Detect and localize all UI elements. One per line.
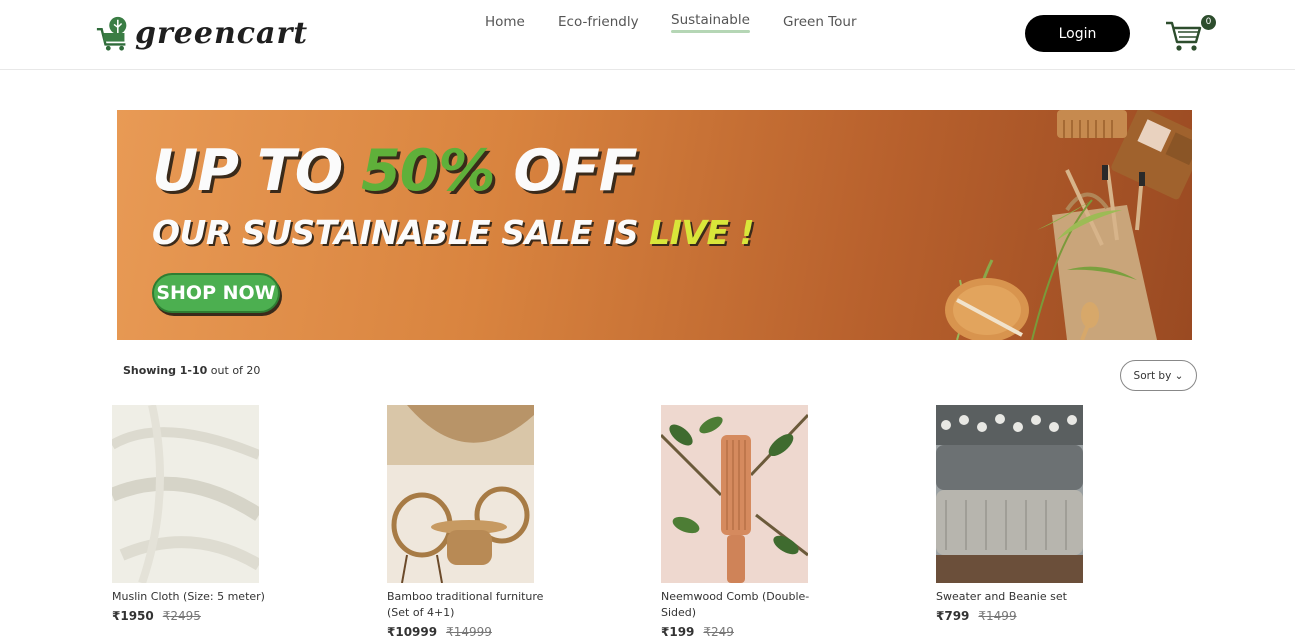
product-old-price: ₹249	[703, 625, 734, 639]
sort-by-label: Sort by	[1133, 369, 1172, 382]
cart-count-badge: 0	[1201, 15, 1216, 30]
nav-sustainable-label: Sustainable	[671, 12, 750, 28]
nav-sustainable[interactable]: Sustainable	[671, 12, 750, 33]
shop-now-button[interactable]: SHOP NOW	[152, 273, 280, 313]
product-price: ₹10999	[387, 625, 438, 639]
price-row: ₹799 ₹1499	[936, 609, 1126, 623]
results-total: out of 20	[207, 364, 261, 377]
banner-subheadline: OUR SUSTAINABLE SALE IS LIVE !	[152, 213, 755, 252]
eco-products-illustration	[945, 110, 1192, 340]
product-image-sweater-beanie[interactable]	[936, 405, 1083, 583]
cart-button[interactable]: 0	[1164, 14, 1216, 54]
product-name[interactable]: Sweater and Beanie set	[936, 589, 1116, 605]
sort-by-button[interactable]: Sort by ⌄	[1120, 360, 1197, 391]
product-price: ₹799	[936, 609, 970, 623]
product-price: ₹199	[661, 625, 695, 639]
product-card[interactable]: Neemwood Comb (Double-Sided) ₹199 ₹249	[661, 405, 851, 639]
price-row: ₹199 ₹249	[661, 625, 851, 639]
shopping-cart-icon	[1166, 21, 1202, 51]
product-name[interactable]: Muslin Cloth (Size: 5 meter)	[112, 589, 292, 605]
product-old-price: ₹14999	[446, 625, 492, 639]
results-count: Showing 1-10 out of 20	[123, 364, 260, 377]
banner-headline: UP TO 50% OFF	[152, 138, 638, 204]
banner-headline-part1: UP TO	[152, 138, 362, 204]
product-name[interactable]: Bamboo traditional furniture (Set of 4+1…	[387, 589, 567, 621]
sale-banner[interactable]: UP TO 50% OFF OUR SUSTAINABLE SALE IS LI…	[117, 110, 1192, 340]
product-image-bamboo-furniture[interactable]	[387, 405, 534, 583]
logo[interactable]: greencart	[95, 14, 308, 52]
active-nav-indicator	[671, 30, 750, 33]
banner-discount: 50%	[361, 138, 495, 204]
nav-home[interactable]: Home	[485, 14, 525, 30]
logo-text: greencart	[135, 15, 309, 51]
results-range: Showing 1-10	[123, 364, 208, 377]
product-image-neemwood-comb[interactable]	[661, 405, 808, 583]
cart-tree-logo-icon	[96, 16, 127, 51]
site-header: greencart Home Eco-friendly Sustainable …	[0, 0, 1295, 70]
banner-live-text: LIVE !	[649, 213, 755, 252]
nav-eco-friendly[interactable]: Eco-friendly	[558, 14, 639, 30]
product-old-price: ₹2495	[162, 609, 201, 623]
banner-subheadline-part1: OUR SUSTAINABLE SALE IS	[152, 213, 650, 252]
nav-green-tour[interactable]: Green Tour	[783, 14, 857, 30]
product-name[interactable]: Neemwood Comb (Double-Sided)	[661, 589, 841, 621]
login-button[interactable]: Login	[1025, 15, 1130, 52]
product-image-muslin-cloth[interactable]	[112, 405, 259, 583]
product-old-price: ₹1499	[978, 609, 1017, 623]
price-row: ₹10999 ₹14999	[387, 625, 577, 639]
product-card[interactable]: Sweater and Beanie set ₹799 ₹1499	[936, 405, 1126, 623]
product-card[interactable]: Muslin Cloth (Size: 5 meter) ₹1950 ₹2495	[112, 405, 302, 623]
banner-headline-part3: OFF	[494, 138, 637, 204]
price-row: ₹1950 ₹2495	[112, 609, 302, 623]
product-card[interactable]: Bamboo traditional furniture (Set of 4+1…	[387, 405, 577, 639]
chevron-down-icon: ⌄	[1174, 369, 1184, 382]
product-price: ₹1950	[112, 609, 154, 623]
